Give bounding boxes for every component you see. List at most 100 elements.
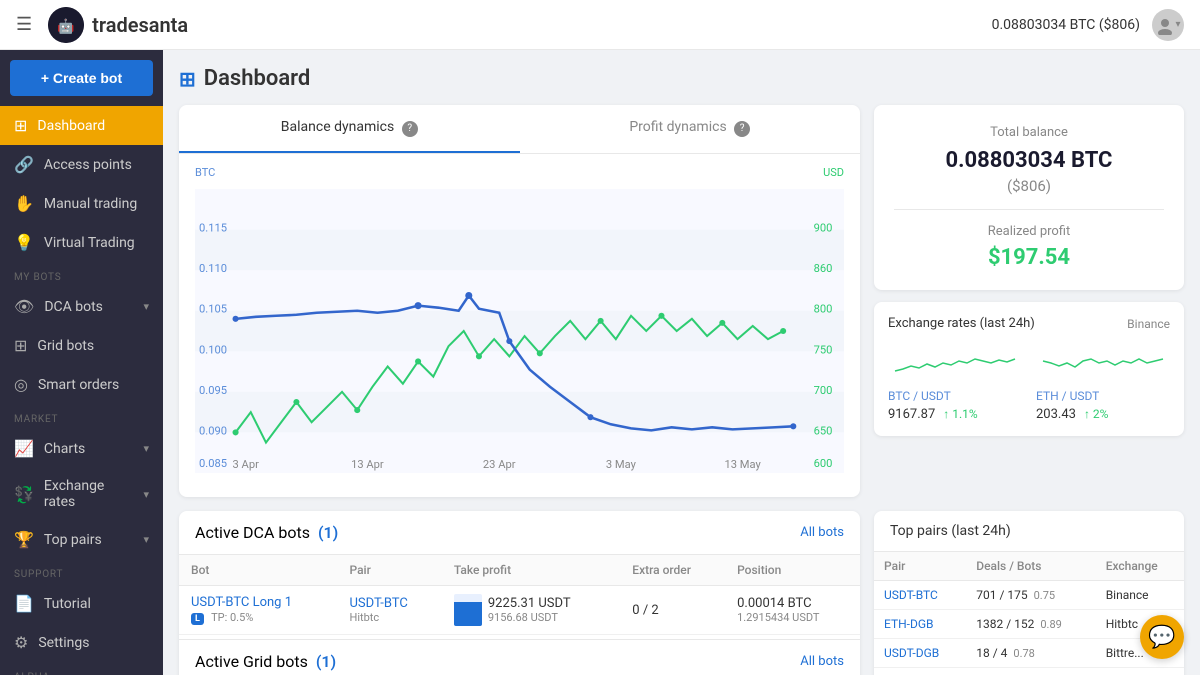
page-title: ⊞ Dashboard [179,66,1184,91]
svg-text:23 Apr: 23 Apr [483,458,516,471]
logo-image: 🤖 [48,7,84,43]
alpha-section: ALPHA [0,662,163,675]
sidebar-item-label: Smart orders [38,377,149,393]
grid-all-bots-link[interactable]: All bots [800,654,844,669]
sidebar-item-virtual-trading[interactable]: 💡 Virtual Trading [0,223,163,262]
grid-bots-header: Active Grid bots (1) All bots [179,639,860,675]
svg-text:800: 800 [814,303,833,316]
eth-usdt-mini-chart [1036,341,1170,381]
svg-text:700: 700 [814,384,833,397]
bot-name-link[interactable]: USDT-BTC Long 1 [191,595,325,610]
sidebar-item-access-points[interactable]: 🔗 Access points [0,145,163,184]
col-pair: Pair [337,555,441,586]
top-pairs-table: Pair Deals / Bots Exchange USDT-BTC 701 … [874,552,1184,668]
list-item: USDT-BTC 701 / 175 0.75 Binance [874,581,1184,610]
balance-help-icon[interactable]: ? [402,121,418,137]
take-profit-progress: 9225.31 USDT 9156.68 USDT [454,594,608,626]
bot-type-label: L [191,613,204,625]
take-profit-values: 9225.31 USDT 9156.68 USDT [488,596,571,624]
smart-orders-icon: ◎ [14,375,28,394]
tab-profit-dynamics[interactable]: Profit dynamics ? [520,105,861,153]
active-dca-bots-card: Active DCA bots (1) All bots Bot Pair Ta… [179,511,860,675]
sidebar-item-label: Tutorial [44,596,149,612]
sidebar-item-label: Exchange rates [44,478,134,510]
top-pairs-icon: 🏆 [14,530,34,549]
exchange-mini-btc: BTC / USDT 9167.87 ↑ 1.1% [888,341,1022,422]
pair-link-2[interactable]: ETH-DGB [874,610,966,639]
chat-icon: 💬 [1148,625,1175,650]
col-pair: Pair [874,552,966,581]
cards-row: Balance dynamics ? Profit dynamics ? BTC… [179,105,1184,497]
chat-bubble[interactable]: 💬 [1140,615,1184,659]
svg-text:750: 750 [814,343,833,356]
sidebar-item-grid-bots[interactable]: ⊞ Grid bots [0,326,163,365]
avatar[interactable]: ▾ [1152,9,1184,41]
total-balance-card: Total balance 0.08803034 BTC ($806) Real… [874,105,1184,290]
sidebar-item-charts[interactable]: 📈 Charts ▾ [0,429,163,468]
svg-text:0.095: 0.095 [199,384,227,397]
chart-axis-right: USD [823,166,844,179]
sidebar-item-label: Settings [38,635,149,651]
sidebar-item-smart-orders[interactable]: ◎ Smart orders [0,365,163,404]
sidebar-item-label: DCA bots [44,299,133,315]
pair-link-1[interactable]: USDT-BTC [874,581,966,610]
bot-name-cell: USDT-BTC Long 1 L TP: 0.5% [179,586,337,635]
svg-text:0.085: 0.085 [199,457,227,470]
eth-usdt-pair[interactable]: ETH / USDT [1036,389,1170,403]
dca-all-bots-link[interactable]: All bots [800,525,844,540]
svg-text:0.115: 0.115 [199,222,227,235]
dashboard-title-icon: ⊞ [179,67,196,91]
realized-profit-value: $197.54 [894,245,1164,270]
grid-bots-title: Active Grid bots (1) [195,652,336,671]
sidebar-item-tutorial[interactable]: 📄 Tutorial [0,584,163,623]
profit-help-icon[interactable]: ? [734,121,750,137]
sidebar-item-label: Top pairs [44,532,134,548]
pair-link-3[interactable]: USDT-DGB [874,639,966,668]
position-cell: 0.00014 BTC 1.2915434 USDT [725,586,860,635]
pair-link[interactable]: USDT-BTC [349,596,429,611]
btc-usdt-pair[interactable]: BTC / USDT [888,389,1022,403]
main-content: ⊞ Dashboard Balance dynamics ? Profit dy… [163,50,1200,675]
sidebar-item-manual-trading[interactable]: ✋ Manual trading [0,184,163,223]
btc-usdt-price: 9167.87 ↑ 1.1% [888,403,1022,422]
sidebar-item-dca-bots[interactable]: 👁 DCA bots ▾ [0,287,163,326]
manual-trading-icon: ✋ [14,194,34,213]
col-bot: Bot [179,555,337,586]
list-item: USDT-DGB 18 / 4 0.78 Bittre... [874,639,1184,668]
svg-text:3 Apr: 3 Apr [233,458,260,471]
header-right: 0.08803034 BTC ($806) ▾ [992,9,1184,41]
col-exchange: Exchange [1096,552,1184,581]
create-bot-button[interactable]: + Create bot [10,60,153,96]
access-points-icon: 🔗 [14,155,34,174]
support-section: SUPPORT [0,559,163,584]
svg-text:0.090: 0.090 [199,424,227,437]
svg-text:860: 860 [814,262,833,275]
deals-bots-3: 18 / 4 0.78 [966,639,1095,668]
take-profit-cell: 9225.31 USDT 9156.68 USDT [442,586,620,635]
chart-body: BTC USD 0.115 0.110 [179,154,860,497]
market-section: MARKET [0,404,163,429]
top-pairs-header: Top pairs (last 24h) [874,511,1184,552]
menu-icon[interactable]: ☰ [16,14,32,35]
charts-icon: 📈 [14,439,34,458]
sidebar-item-top-pairs[interactable]: 🏆 Top pairs ▾ [0,520,163,559]
exchange-rates-title: Exchange rates (last 24h) [888,316,1035,331]
balance-divider [894,209,1164,210]
top-pairs-card: Top pairs (last 24h) Pair Deals / Bots E… [874,511,1184,675]
sidebar-item-dashboard[interactable]: ⊞ Dashboard [0,106,163,145]
svg-text:0.100: 0.100 [199,343,227,356]
svg-text:650: 650 [814,424,833,437]
sidebar-item-label: Charts [44,441,134,457]
tab-balance-dynamics[interactable]: Balance dynamics ? [179,105,520,153]
logo-text: tradesanta [92,13,188,37]
dca-bots-header: Active DCA bots (1) All bots [179,511,860,555]
pair-cell: USDT-BTC Hitbtc [337,586,441,635]
chevron-down-icon: ▾ [143,533,149,546]
sidebar-item-exchange-rates[interactable]: 💱 Exchange rates ▾ [0,468,163,520]
chart-svg-container: 0.115 0.110 0.105 0.100 0.095 0.090 0.08… [195,181,844,485]
top-pairs-title: Top pairs (last 24h) [890,523,1011,539]
sidebar-item-settings[interactable]: ⚙ Settings [0,623,163,662]
sidebar-item-label: Virtual Trading [44,235,149,251]
realized-profit-label: Realized profit [894,224,1164,239]
deals-bots-1: 701 / 175 0.75 [966,581,1095,610]
